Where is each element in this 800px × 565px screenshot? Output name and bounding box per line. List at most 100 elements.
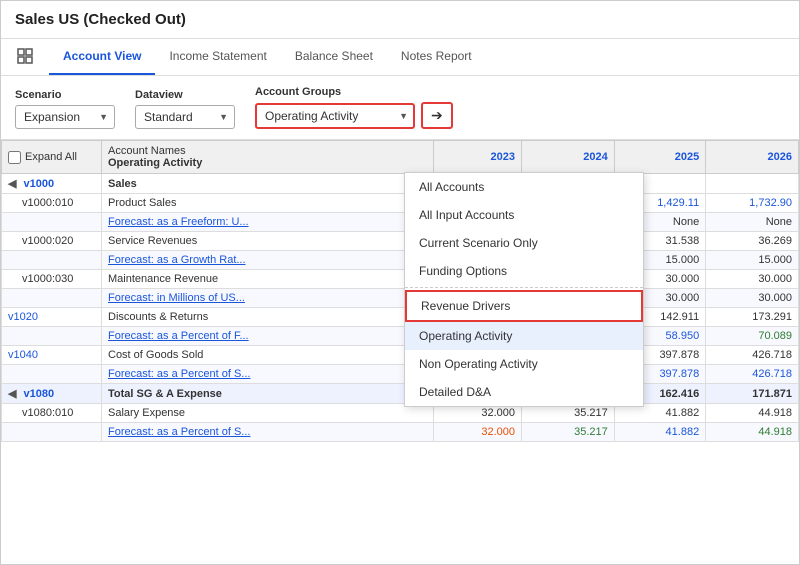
dropdown-item-operating-activity[interactable]: Operating Activity [405,322,643,350]
group-header: Operating Activity [108,157,427,169]
account-groups-label: Account Groups [255,86,453,98]
cell: 41.882 [614,423,705,442]
row-code: v1040 [2,346,102,365]
row-code [2,213,102,232]
table-row: Forecast: as a Growth Rat... 15.000 15.0… [2,251,799,270]
expand-all-header[interactable]: Expand All [2,141,102,174]
row-code: ◀ v1000 [2,174,102,194]
scenario-select[interactable]: Expansion [15,105,115,129]
data-table: Expand All Account Names Operating Activ… [1,140,799,442]
collapse-triangle[interactable]: ◀ [8,388,16,400]
row-code: v1080:010 [2,404,102,423]
table-row: ◀ v1000 Sales [2,174,799,194]
cell: None [706,213,799,232]
expand-all-label: Expand All [25,151,77,163]
dropdown-item-revenue-drivers[interactable]: Revenue Drivers [405,290,643,322]
row-code [2,251,102,270]
cell: 70.089 [706,327,799,346]
table-row: Forecast: as a Percent of F... 10.100 43… [2,327,799,346]
row-name[interactable]: Forecast: as a Growth Rat... [102,251,434,270]
cell: 173.291 [706,308,799,327]
dataview-select-wrapper: Standard [135,105,235,129]
grid-icon[interactable] [11,40,39,75]
year-2023-header: 2023 [434,141,522,174]
main-window: Sales US (Checked Out) Account View Inco… [0,0,800,565]
row-code [2,365,102,384]
row-name[interactable]: Forecast: as a Percent of F... [102,327,434,346]
tab-notes-report[interactable]: Notes Report [387,39,486,75]
tab-income-statement[interactable]: Income Statement [155,39,280,75]
tabs-bar: Account View Income Statement Balance Sh… [1,39,799,76]
cell: 426.718 [706,346,799,365]
cell: 171.871 [706,384,799,404]
cell: 44.918 [706,404,799,423]
table-row: v1040 Cost of Goods Sold 276.700 334.560… [2,346,799,365]
account-groups-wrapper: Operating Activity ➔ [255,102,453,129]
arrow-right-icon: ➔ [431,107,443,124]
cell: 426.718 [706,365,799,384]
table-row: v1020 Discounts & Returns 142.911 173.29… [2,308,799,327]
row-name: Salary Expense [102,404,434,423]
row-name: Cost of Goods Sold [102,346,434,365]
cell: 32.000 [434,423,522,442]
content-area: Expand All Account Names Operating Activ… [1,140,799,564]
navigate-arrow-button[interactable]: ➔ [421,102,453,129]
dropdown-item-all-accounts[interactable]: All Accounts [405,173,643,201]
row-name: Discounts & Returns [102,308,434,327]
cell: 1,732.90 [706,194,799,213]
dropdown-item-funding-options[interactable]: Funding Options [405,257,643,285]
cell: 15.000 [706,251,799,270]
row-code: ◀ v1080 [2,384,102,404]
dataview-label: Dataview [135,89,235,101]
account-groups-dropdown: All Accounts All Input Accounts Current … [404,172,644,407]
account-groups-group: Account Groups Operating Activity ➔ [255,86,453,129]
controls-row: Scenario Expansion Dataview Standard Acc… [1,76,799,140]
row-name[interactable]: Forecast: as a Percent of S... [102,423,434,442]
row-code [2,327,102,346]
row-name: Service Revenues [102,232,434,251]
row-name[interactable]: Forecast: in Millions of US... [102,289,434,308]
table-row: Forecast: as a Percent of S... 32.000 35… [2,423,799,442]
cell: 36.269 [706,232,799,251]
row-name[interactable]: Forecast: as a Percent of S... [102,365,434,384]
table-row: v1000:020 Service Revenues 27.424 31.538… [2,232,799,251]
account-groups-select-wrapper: Operating Activity [255,103,415,129]
row-name: Sales [102,174,434,194]
table-row: v1000:010 Product Sales 1,100.00 1,429.1… [2,194,799,213]
row-name[interactable]: Forecast: as a Freeform: U... [102,213,434,232]
row-name: Total SG & A Expense [102,384,434,404]
row-code: v1000:010 [2,194,102,213]
row-name: Maintenance Revenue [102,270,434,289]
table-container[interactable]: Expand All Account Names Operating Activ… [1,140,799,564]
title-bar: Sales US (Checked Out) [1,1,799,39]
cell: 30.000 [706,289,799,308]
scenario-group: Scenario Expansion [15,89,115,129]
scenario-label: Scenario [15,89,115,101]
row-code: v1000:020 [2,232,102,251]
year-2025-header: 2025 [614,141,705,174]
row-code: v1000:030 [2,270,102,289]
table-row: ◀ v1080 Total SG & A Expense 137.500 148… [2,384,799,404]
row-name: Product Sales [102,194,434,213]
row-code [2,423,102,442]
dropdown-item-all-input-accounts[interactable]: All Input Accounts [405,201,643,229]
year-2024-header: 2024 [522,141,615,174]
dataview-select[interactable]: Standard [135,105,235,129]
collapse-triangle[interactable]: ◀ [8,178,16,190]
dataview-group: Dataview Standard [135,89,235,129]
dropdown-item-current-scenario-only[interactable]: Current Scenario Only [405,229,643,257]
expand-all-checkbox[interactable] [8,151,21,164]
tab-balance-sheet[interactable]: Balance Sheet [281,39,387,75]
account-groups-select[interactable]: Operating Activity [255,103,415,129]
year-2026-header: 2026 [706,141,799,174]
cell: 30.000 [706,270,799,289]
cell [706,174,799,194]
dropdown-item-detailed-da[interactable]: Detailed D&A [405,378,643,406]
tab-account-view[interactable]: Account View [49,39,155,75]
cell: 35.217 [522,423,615,442]
row-code [2,289,102,308]
table-row: v1000:030 Maintenance Revenue 29.000 30.… [2,270,799,289]
table-row: Forecast: in Millions of US... 29.000 30… [2,289,799,308]
dropdown-item-non-operating-activity[interactable]: Non Operating Activity [405,350,643,378]
account-names-header: Account Names Operating Activity [102,141,434,174]
